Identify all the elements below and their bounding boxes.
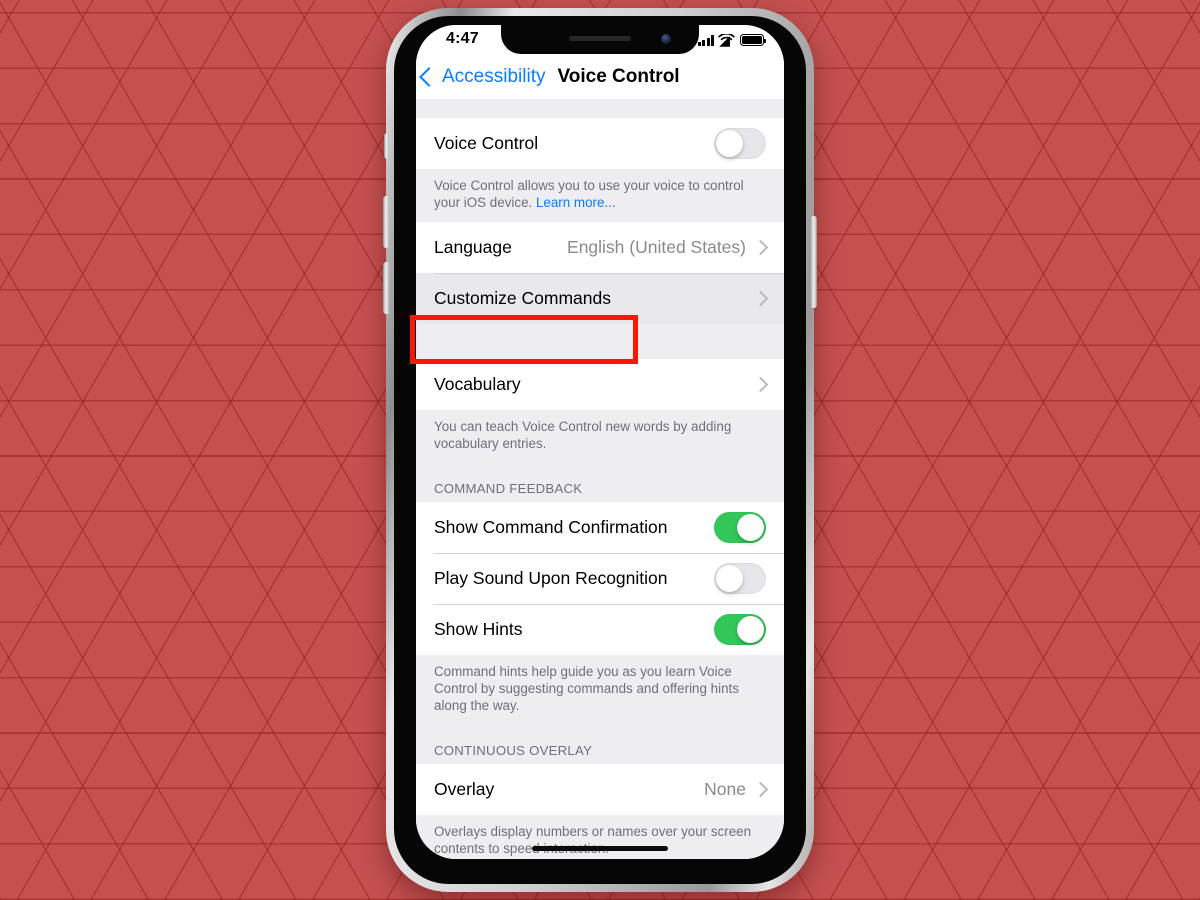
back-button-label: Accessibility — [442, 65, 546, 87]
footnote-continuous-overlay: Overlays display numbers or names over y… — [416, 815, 784, 859]
toggle-knob — [715, 129, 744, 158]
footnote-vocabulary: You can teach Voice Control new words by… — [416, 410, 784, 463]
chevron-right-icon — [752, 781, 769, 798]
play-sound-upon-recognition-toggle[interactable] — [714, 563, 766, 594]
toggle-knob — [715, 564, 744, 593]
row-language[interactable]: Language English (United States) — [416, 222, 784, 273]
row-label: Show Command Confirmation — [434, 517, 668, 537]
row-accessory: None — [704, 779, 769, 800]
wifi-icon: ◢ — [719, 32, 730, 48]
row-show-hints[interactable]: Show Hints — [416, 604, 784, 655]
section-spacer — [416, 324, 784, 359]
home-indicator[interactable] — [532, 846, 668, 851]
power-button[interactable] — [811, 216, 817, 308]
front-camera-icon — [661, 34, 671, 44]
navigation-bar: Accessibility Voice Control — [416, 54, 784, 99]
show-hints-toggle[interactable] — [714, 614, 766, 645]
row-value: None — [704, 779, 746, 799]
row-vocabulary[interactable]: Vocabulary — [416, 359, 784, 410]
silent-switch-button[interactable] — [384, 133, 389, 159]
row-label: Overlay — [434, 779, 495, 799]
volume-down-button[interactable] — [383, 262, 389, 314]
chevron-left-icon — [419, 66, 439, 87]
status-time: 4:47 — [446, 30, 479, 47]
voice-control-toggle[interactable] — [714, 128, 766, 159]
section-language-commands: Language English (United States) Customi… — [416, 222, 784, 324]
row-overlay[interactable]: Overlay None — [416, 764, 784, 815]
row-label: Show Hints — [434, 619, 523, 639]
volume-up-button[interactable] — [383, 196, 389, 248]
row-accessory — [752, 376, 769, 393]
page-title: Voice Control — [557, 65, 680, 87]
battery-icon — [740, 34, 767, 46]
footnote-command-feedback: Command hints help guide you as you lear… — [416, 655, 784, 725]
section-continuous-overlay: Overlay None — [416, 764, 784, 815]
row-accessory: English (United States) — [567, 237, 769, 258]
section-command-feedback: Show Command Confirmation Play Sound Upo… — [416, 502, 784, 655]
show-command-confirmation-toggle[interactable] — [714, 512, 766, 543]
chevron-right-icon — [752, 290, 769, 307]
row-label: Vocabulary — [434, 374, 521, 394]
status-icons: ◢ — [698, 32, 767, 48]
chevron-right-icon — [752, 239, 769, 256]
settings-table[interactable]: Voice Control Voice Control allows you t… — [416, 99, 784, 859]
row-play-sound-upon-recognition[interactable]: Play Sound Upon Recognition — [416, 553, 784, 604]
row-accessory — [752, 290, 769, 307]
notch — [501, 25, 699, 54]
row-value: English (United States) — [567, 237, 746, 257]
earpiece-speaker-icon — [569, 36, 631, 41]
section-header-command-feedback: COMMAND FEEDBACK — [416, 463, 784, 502]
back-button[interactable]: Accessibility — [419, 65, 546, 88]
toggle-knob — [736, 513, 765, 542]
row-customize-commands[interactable]: Customize Commands — [416, 273, 784, 324]
row-label: Play Sound Upon Recognition — [434, 568, 668, 588]
chevron-right-icon — [752, 376, 769, 393]
cellular-signal-icon — [698, 35, 715, 46]
section-vocabulary: Vocabulary — [416, 359, 784, 410]
phone-screen: 4:47 ◢ Accessibility Voice Control Voice… — [416, 25, 784, 859]
row-label: Language — [434, 237, 512, 257]
top-spacer — [416, 99, 784, 118]
row-show-command-confirmation[interactable]: Show Command Confirmation — [416, 502, 784, 553]
toggle-knob — [736, 615, 765, 644]
learn-more-link[interactable]: Learn more... — [536, 195, 616, 210]
footnote-voice-control: Voice Control allows you to use your voi… — [416, 169, 784, 222]
row-label: Voice Control — [434, 133, 539, 153]
row-voice-control[interactable]: Voice Control — [416, 118, 784, 169]
section-voice-control: Voice Control — [416, 118, 784, 169]
row-label: Customize Commands — [434, 288, 611, 308]
section-header-continuous-overlay: CONTINUOUS OVERLAY — [416, 725, 784, 764]
